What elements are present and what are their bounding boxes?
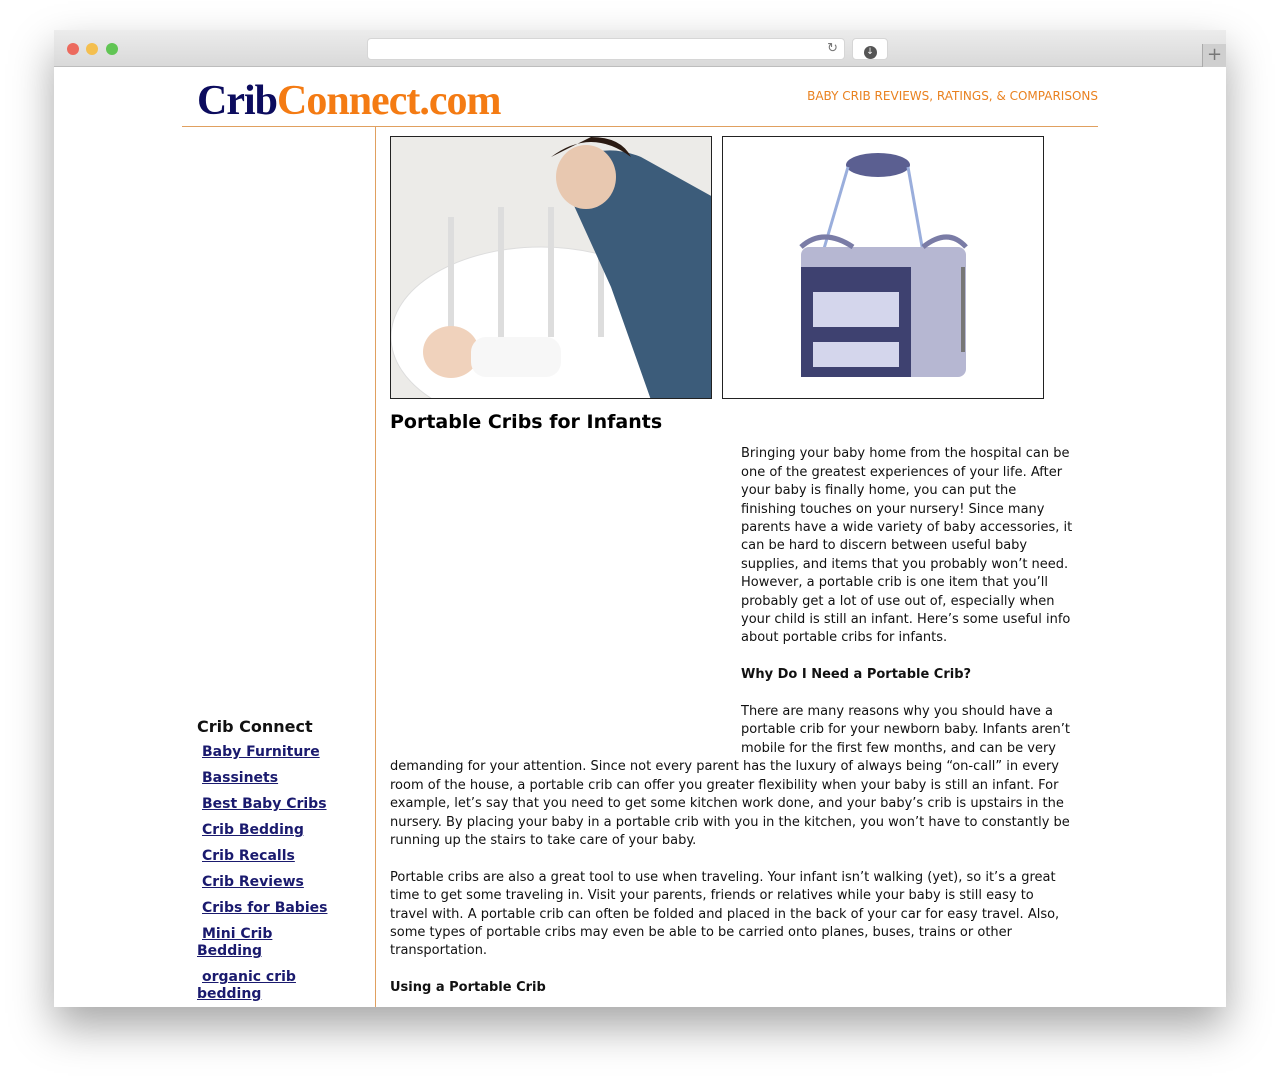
portable-crib-image — [722, 136, 1044, 399]
site-logo[interactable]: CribConnect.com — [197, 77, 501, 125]
sidebar-link-crib-bedding[interactable]: Crib Bedding — [197, 822, 347, 839]
sidebar-link-mini-crib-bedding[interactable]: Mini Crib Bedding — [197, 926, 287, 960]
logo-part2: Connect.com — [277, 78, 501, 124]
sidebar-title: Crib Connect — [197, 717, 313, 736]
paragraph-traveling: Portable cribs are also a great tool to … — [390, 869, 1060, 959]
page-title: Portable Cribs for Infants — [390, 411, 663, 433]
minimize-window-button[interactable] — [86, 43, 98, 55]
sidebar-divider — [375, 127, 376, 1007]
section-heading-using: Using a Portable Crib — [390, 980, 546, 996]
site-tagline: BABY CRIB REVIEWS, RATINGS, & COMPARISON… — [807, 89, 1098, 103]
download-icon: ↓ — [863, 46, 877, 59]
mother-baby-crib-image — [390, 136, 712, 399]
sidebar-link-crib-recalls[interactable]: Crib Recalls — [197, 848, 347, 865]
ad-placeholder — [390, 445, 741, 741]
main-content: Portable Cribs for Infants Bringing your… — [390, 136, 1075, 1007]
sidebar-link-best-baby-cribs[interactable]: Best Baby Cribs — [197, 796, 347, 813]
close-window-button[interactable] — [67, 43, 79, 55]
section-heading-why: Why Do I Need a Portable Crib? — [741, 667, 972, 683]
sidebar-link-cribs-for-babies[interactable]: Cribs for Babies — [197, 900, 347, 917]
browser-toolbar: ↻ ↓ + — [54, 30, 1226, 67]
sidebar-link-crib-reviews[interactable]: Crib Reviews — [197, 874, 347, 891]
sidebar-link-bassinets[interactable]: Bassinets — [197, 770, 347, 787]
browser-window: ↻ ↓ + CribConnect.com BABY CRIB REVIEWS,… — [54, 30, 1226, 1007]
address-bar[interactable]: ↻ — [367, 38, 845, 60]
sidebar-link-baby-furniture[interactable]: Baby Furniture — [197, 744, 347, 761]
reload-icon[interactable]: ↻ — [827, 41, 838, 56]
download-button[interactable]: ↓ — [852, 38, 888, 60]
sidebar-link-organic-crib-bedding[interactable]: organic crib bedding — [197, 969, 307, 1003]
sidebar: Crib Connect Baby Furniture Bassinets Be… — [197, 717, 347, 1007]
header-divider — [182, 126, 1098, 127]
logo-part1: Crib — [197, 78, 278, 124]
new-tab-button[interactable]: + — [1202, 44, 1226, 67]
maximize-window-button[interactable] — [106, 43, 118, 55]
